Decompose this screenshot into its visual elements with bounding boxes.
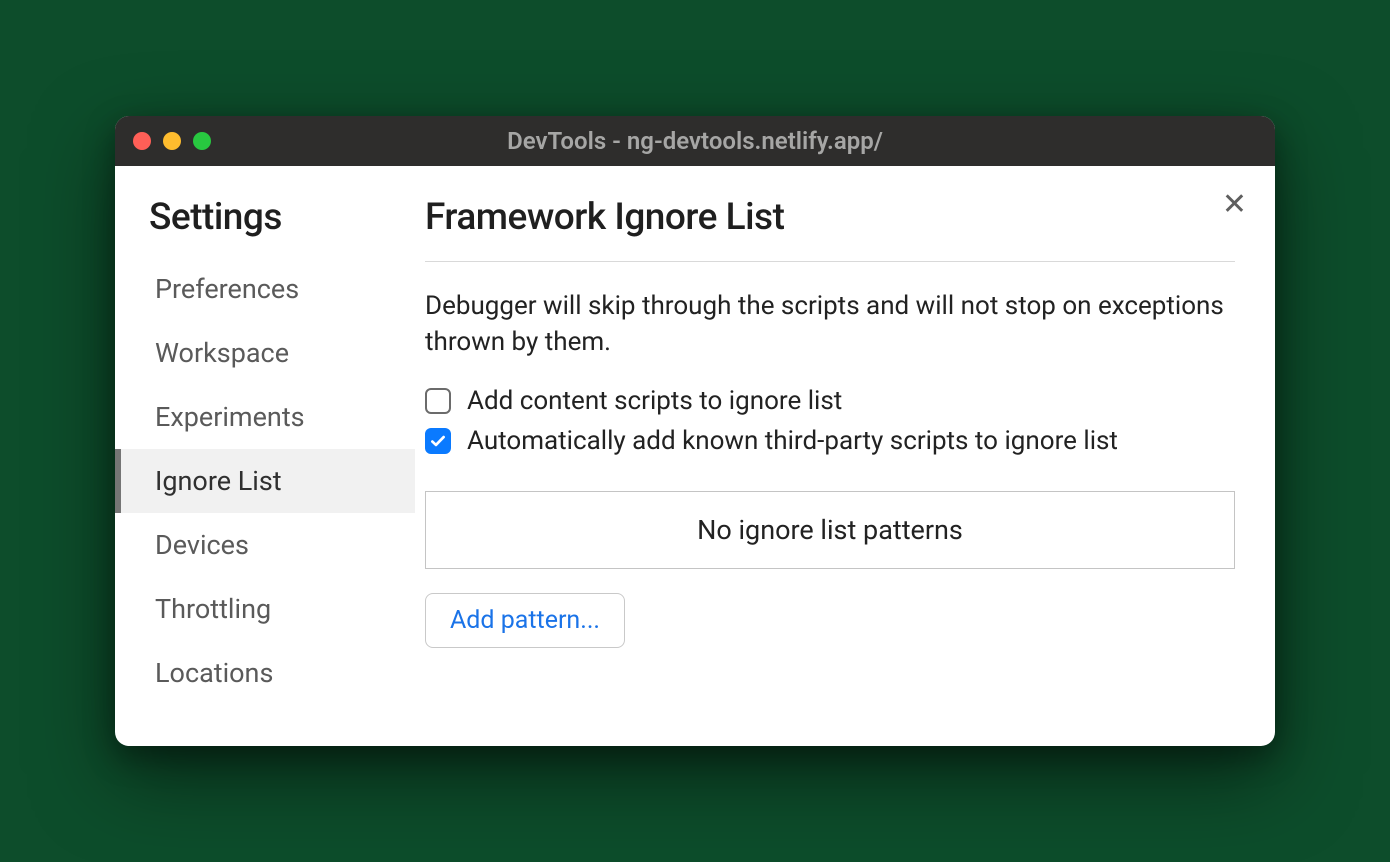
window-title: DevTools - ng-devtools.netlify.app/ [507,127,883,155]
window-close-icon[interactable] [133,132,151,150]
page-title: Framework Ignore List [425,196,1235,262]
checkbox-third-party[interactable] [425,428,451,454]
sidebar-item-experiments[interactable]: Experiments [115,385,415,449]
window-minimize-icon[interactable] [163,132,181,150]
window-titlebar: DevTools - ng-devtools.netlify.app/ [115,116,1275,166]
traffic-lights [133,132,211,150]
checkbox-content-scripts[interactable] [425,388,451,414]
page-description: Debugger will skip through the scripts a… [425,262,1235,381]
sidebar-item-locations[interactable]: Locations [115,641,415,705]
checkbox-row-third-party: Automatically add known third-party scri… [425,421,1235,461]
settings-sidebar: Settings Preferences Workspace Experimen… [115,166,415,746]
devtools-settings-window: DevTools - ng-devtools.netlify.app/ ✕ Se… [115,116,1275,746]
checkmark-icon [429,432,447,450]
close-icon[interactable]: ✕ [1222,190,1247,220]
sidebar-title: Settings [115,196,415,257]
checkbox-row-content-scripts: Add content scripts to ignore list [425,381,1235,421]
sidebar-item-devices[interactable]: Devices [115,513,415,577]
sidebar-item-throttling[interactable]: Throttling [115,577,415,641]
ignore-list-patterns-empty: No ignore list patterns [425,491,1235,569]
checkbox-label: Add content scripts to ignore list [467,386,842,416]
sidebar-item-ignore-list[interactable]: Ignore List [115,449,415,513]
checkbox-label: Automatically add known third-party scri… [467,426,1118,456]
settings-main: Framework Ignore List Debugger will skip… [415,166,1275,746]
window-maximize-icon[interactable] [193,132,211,150]
sidebar-item-workspace[interactable]: Workspace [115,321,415,385]
settings-content: ✕ Settings Preferences Workspace Experim… [115,166,1275,746]
sidebar-item-preferences[interactable]: Preferences [115,257,415,321]
add-pattern-button[interactable]: Add pattern... [425,593,625,648]
